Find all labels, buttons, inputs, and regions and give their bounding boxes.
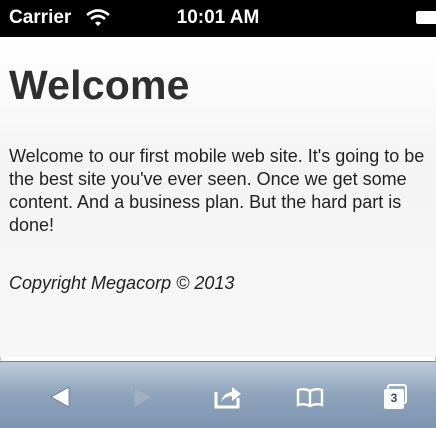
clock: 10:01 AM [176, 7, 260, 28]
battery-icon [416, 11, 436, 24]
bookmarks-button[interactable] [290, 380, 330, 414]
tabs-button[interactable]: 3 [375, 380, 415, 414]
tabs-count: 3 [390, 391, 398, 405]
body-paragraph: Welcome to our first mobile web site. It… [9, 146, 425, 235]
back-arrow-icon [50, 386, 70, 408]
status-bar: Carrier 10:01 AM [0, 0, 436, 37]
forward-arrow-icon [133, 386, 153, 408]
bookmarks-icon [296, 388, 324, 408]
back-button[interactable] [40, 380, 80, 414]
web-content: Welcome Welcome to our first mobile web … [0, 37, 436, 357]
forward-button[interactable] [123, 380, 163, 414]
browser-toolbar: 3 [0, 361, 436, 428]
share-button[interactable] [208, 380, 248, 414]
copyright-text: Copyright Megacorp © 2013 [9, 273, 235, 293]
phone-screen: Carrier 10:01 AM Welcome Welcome to our … [0, 0, 436, 428]
share-icon [214, 387, 241, 409]
page-title: Welcome [9, 62, 190, 108]
